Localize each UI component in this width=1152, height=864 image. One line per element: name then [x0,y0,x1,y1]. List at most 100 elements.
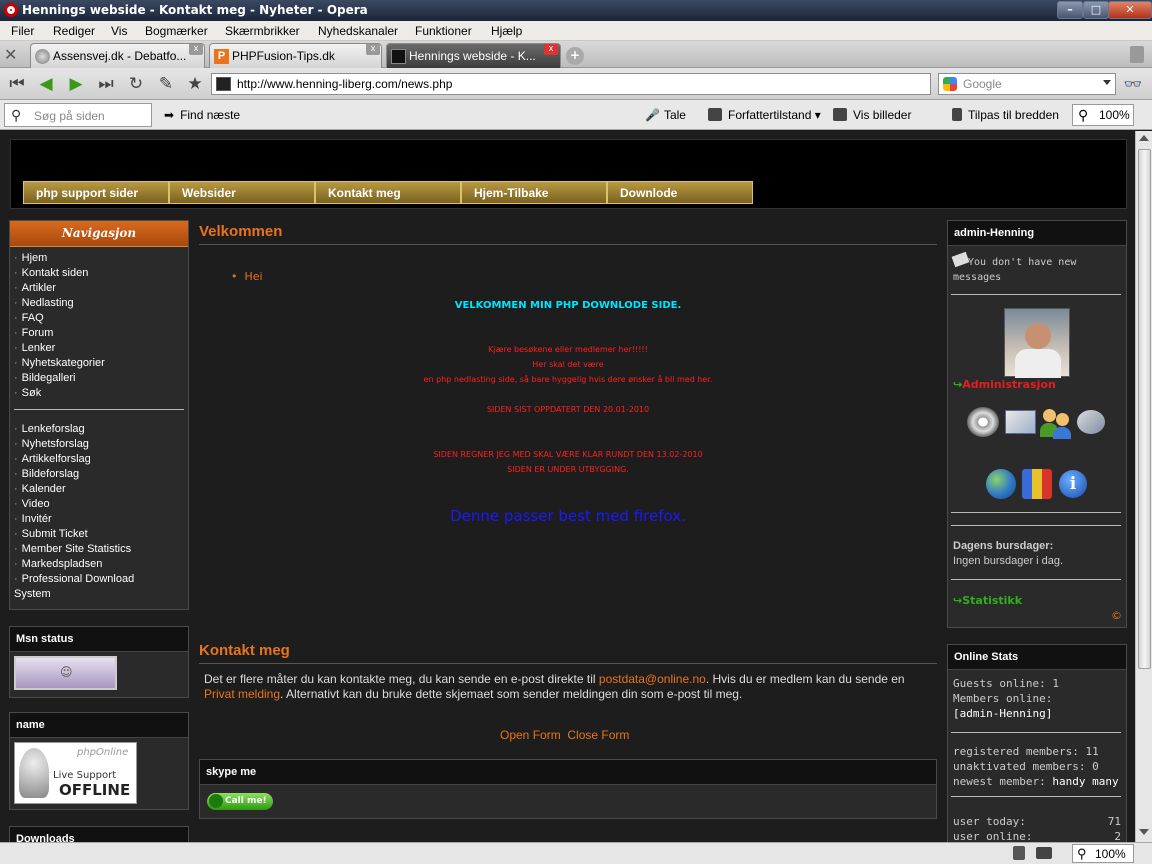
topnav-downlode[interactable]: Downlode [607,181,753,204]
users-icon[interactable] [1040,407,1072,439]
topnav-websider[interactable]: Websider [169,181,315,204]
vertical-scrollbar[interactable] [1135,131,1152,842]
url-field[interactable]: http://www.henning-liberg.com/news.php [211,73,931,95]
search-engine-field[interactable]: Google [938,73,1116,95]
nav-item-kalender[interactable]: · Kalender [14,482,188,497]
fit-width-button[interactable]: Tilpas til bredden [952,108,1059,122]
user-online-label: user online: [953,830,1033,842]
mobile-view-icon[interactable] [1013,846,1025,860]
menu-rediger[interactable]: Rediger [53,24,95,38]
topnav-kontakt-meg[interactable]: Kontakt meg [315,181,461,204]
nav-item-kontakt-siden[interactable]: · Kontakt siden [14,266,188,281]
nav-item-nyhetskategorier[interactable]: · Nyhetskategorier [14,356,188,371]
mail-forward-icon[interactable] [1005,410,1036,434]
scroll-up-icon[interactable] [1139,135,1149,141]
nav-item-forum[interactable]: · Forum [14,326,188,341]
menu-bogmaerker[interactable]: Bogmærker [145,24,208,38]
user-avatar[interactable] [1004,308,1070,378]
status-zoom-field[interactable]: ⚲ 100% [1072,844,1134,863]
nav-item-faq[interactable]: · FAQ [14,311,188,326]
find-in-page-input[interactable]: ⚲ Søg på siden [4,103,152,127]
edit-icon[interactable]: ✎ [155,74,177,94]
admin-link[interactable]: ↪Administrasjon [953,377,1056,391]
close-tab-icon[interactable]: x [366,44,380,55]
email-link[interactable]: postdata@online.no [599,672,706,686]
birthdays-heading: Dagens bursdager: [953,540,1054,552]
nav-item-nedlasting[interactable]: · Nedlasting [14,296,188,311]
private-message-link[interactable]: Privat melding [204,687,280,701]
menu-hjaelp[interactable]: Hjælp [491,24,522,38]
divider [951,796,1121,797]
nav-item-hjem[interactable]: · Hjem [14,251,188,266]
fast-forward-icon[interactable]: ⏭ [95,74,117,94]
nav-item-artikkelforslag[interactable]: · Artikkelforslag [14,452,188,467]
nav-item-lenkeforslag[interactable]: · Lenkeforslag [14,422,188,437]
skype-call-button[interactable]: Call me! [207,793,273,810]
tab-phpfusion-tips[interactable]: P PHPFusion-Tips.dk x [209,43,382,68]
nav-item-bildeforslag[interactable]: · Bildeforslag [14,467,188,482]
menu-skaermbrikker[interactable]: Skærmbrikker [225,24,300,38]
close-window-button[interactable]: ✕ [1108,1,1152,19]
nav-item-member-site-statistics[interactable]: · Member Site Statistics [14,542,188,557]
tab-hennings-webside[interactable]: Hennings webside - K... x [386,43,561,68]
forward-icon[interactable]: ▶ [65,74,87,94]
close-tab-icon[interactable]: x [189,44,203,55]
newest-member-link[interactable]: handy many [1052,775,1118,788]
back-icon[interactable]: ◀ [35,74,57,94]
nav-item-system[interactable]: System [14,587,188,602]
envelope-icon [951,251,970,268]
camera-icon[interactable] [1036,847,1052,859]
statistics-link[interactable]: ↪Statistikk [953,593,1022,607]
globe-icon[interactable] [986,469,1016,499]
bullet-icon: · [14,387,18,399]
visitor-stats: user today: 71 user online: 2 [953,814,1121,842]
nav-item-submit-ticket[interactable]: · Submit Ticket [14,527,188,542]
topnav-php-support[interactable]: php support sider [23,181,169,204]
nav-item-artikler[interactable]: · Artikler [14,281,188,296]
trash-icon[interactable] [1130,46,1144,63]
zoom-field[interactable]: ⚲ 100% [1072,104,1134,126]
speak-button[interactable]: 🎤 Tale [645,108,686,122]
scrollbar-thumb[interactable] [1138,149,1151,669]
find-next-button[interactable]: ➡ Find næste [164,108,240,122]
menu-vis[interactable]: Vis [111,24,127,38]
menu-nyhedskanaler[interactable]: Nyhedskanaler [318,24,398,38]
info-icon[interactable]: i [1059,470,1087,498]
close-form-link[interactable]: Close Form [567,728,629,742]
scroll-down-icon[interactable] [1139,829,1149,835]
nav-item-markedspladsen[interactable]: · Markedspladsen [14,557,188,572]
nav-item-bildegalleri[interactable]: · Bildegalleri [14,371,188,386]
nav-item-label: Member Site Statistics [21,543,132,555]
topnav-hjem-tilbake[interactable]: Hjem-Tilbake [461,181,607,204]
guests-online: Guests online: 1 [953,677,1059,690]
open-form-link[interactable]: Open Form [500,728,561,742]
refresh-arrows-icon[interactable] [1077,410,1105,434]
gear-icon[interactable] [967,407,999,437]
nav-item-video[interactable]: · Video [14,497,188,512]
nav-item-professional-download[interactable]: · Professional Download [14,572,188,587]
nav-item-nyhetsforslag[interactable]: · Nyhetsforslag [14,437,188,452]
glasses-icon[interactable]: 👓 [1122,74,1144,94]
msn-status-badge[interactable]: ☺ [14,656,117,690]
maximize-button[interactable]: □ [1083,1,1109,19]
book-icon[interactable] [1022,469,1052,499]
bookmark-star-icon[interactable]: ★ [184,74,206,94]
menu-funktioner[interactable]: Funktioner [415,24,472,38]
minimize-button[interactable]: – [1057,1,1083,19]
menu-filer[interactable]: Filer [11,24,34,38]
nav-item-lenker[interactable]: · Lenker [14,341,188,356]
new-tab-button[interactable]: + [566,47,584,65]
tab-assensvej[interactable]: Assensvej.dk - Debatfo... x [30,43,205,68]
bullet-icon: · [14,468,18,480]
chevron-down-icon[interactable] [1103,80,1111,85]
reload-icon[interactable]: ↻ [125,74,147,94]
live-support-badge[interactable]: phpOnline Live Support OFFLINE [14,742,137,804]
rewind-icon[interactable]: ⏮ [6,74,28,94]
nav-item-invit-r[interactable]: · Invitér [14,512,188,527]
panel-toggle-icon[interactable]: ✕ [4,45,26,65]
show-images-button[interactable]: Vis billeder [833,108,911,122]
members-online-list[interactable]: [admin-Henning] [953,706,1059,721]
nav-item-søk[interactable]: · Søk [14,386,188,401]
close-tab-icon[interactable]: x [544,44,558,55]
author-mode-button[interactable]: Forfattertilstand ▾ [708,108,821,122]
